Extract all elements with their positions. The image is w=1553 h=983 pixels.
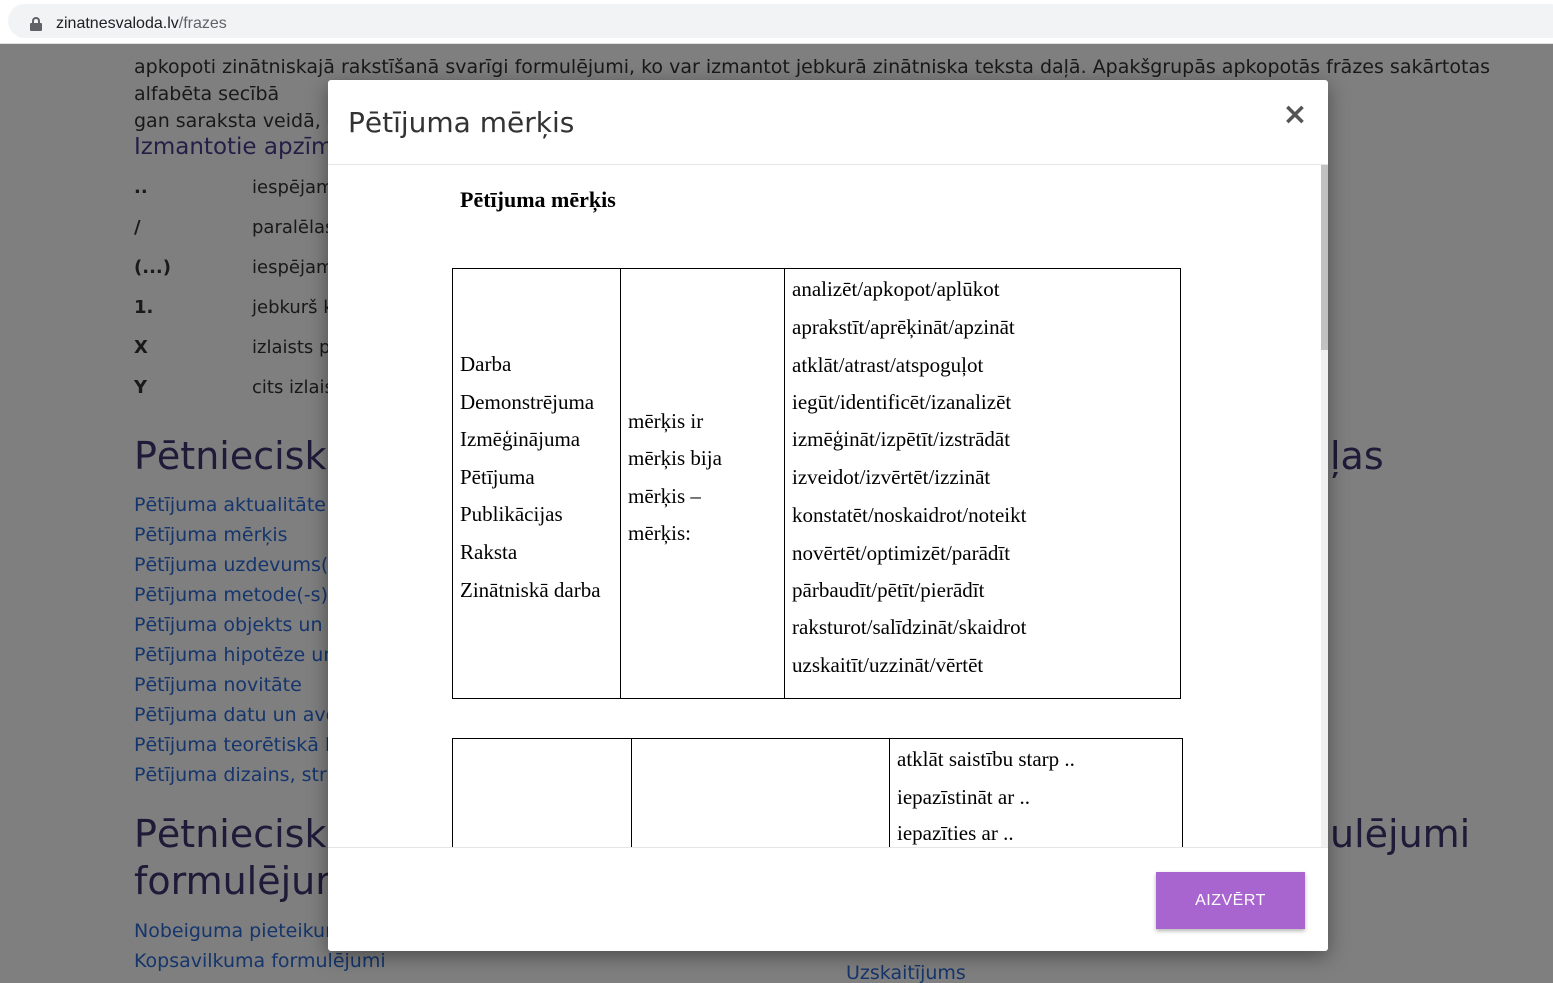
table-cell: Publikācijas (460, 502, 563, 526)
url-field[interactable]: zinatnesvaloda.lv/frazes (8, 4, 1553, 38)
table-cell: atklāt/atrast/atspoguļot (792, 353, 984, 377)
modal-title: Pētījuma mērķis (348, 106, 575, 139)
scrollbar-thumb[interactable] (1321, 165, 1328, 350)
modal-footer: AIZVĒRT (328, 847, 1328, 951)
table-column-subject: Darba Demonstrējuma Izmēģinājuma Pētījum… (453, 269, 621, 698)
table-cell: aprakstīt/aprēķināt/apzināt (792, 315, 1015, 339)
table-cell: atklāt saistību starp .. (897, 747, 1075, 771)
table-cell: konstatēt/noskaidrot/noteikt (792, 503, 1027, 527)
table-column-verbs: atklāt saistību starp .. iepazīstināt ar… (890, 739, 1182, 847)
table-cell: analizēt/apkopot/aplūkot (792, 277, 1000, 301)
table-column-verbs: analizēt/apkopot/aplūkot aprakstīt/aprēķ… (785, 269, 1180, 698)
phrase-table-2: atklāt saistību starp .. iepazīstināt ar… (452, 738, 1183, 847)
lock-icon[interactable] (30, 17, 42, 31)
table-cell: Darba (460, 352, 512, 376)
table-cell: Demonstrējuma (460, 390, 595, 414)
table-cell: iegūt/identificēt/izanalizēt (792, 390, 1012, 414)
close-button[interactable]: AIZVĒRT (1156, 872, 1305, 929)
table-cell: novērtēt/optimizēt/parādīt (792, 541, 1011, 565)
table-cell: mērķis bija (628, 446, 722, 470)
table-cell: Pētījuma (460, 465, 535, 489)
phrase-modal: Pētījuma mērķis × Pētījuma mērķis Darba … (328, 80, 1328, 951)
table-cell: mērķis – (628, 484, 701, 508)
document-title: Pētījuma mērķis (460, 187, 616, 212)
table-cell: izmēģināt/izpētīt/izstrādāt (792, 427, 1011, 451)
table-cell: izveidot/izvērtēt/izzināt (792, 465, 991, 489)
browser-address-bar: zinatnesvaloda.lv/frazes (0, 0, 1553, 44)
table-column-predicate (632, 739, 890, 847)
table-cell: mērķis ir (628, 409, 704, 433)
table-column-predicate: mērķis ir mērķis bija mērķis – mērķis: (621, 269, 785, 698)
close-icon[interactable]: × (1280, 100, 1310, 130)
table-cell: mērķis: (628, 521, 691, 545)
table-column-subject (453, 739, 632, 847)
modal-body: Pētījuma mērķis Darba Demonstrējuma Izmē… (328, 165, 1328, 847)
table-cell: iepazīties ar .. (897, 821, 1014, 845)
table-cell: uzskaitīt/uzzināt/vērtēt (792, 653, 984, 677)
table-cell: pārbaudīt/pētīt/pierādīt (792, 578, 985, 602)
table-cell: raksturot/salīdzināt/skaidrot (792, 615, 1027, 639)
table-cell: Zinātniskā darba (460, 578, 601, 602)
modal-scrollbar[interactable] (1321, 165, 1328, 847)
table-cell: Izmēģinājuma (460, 427, 581, 451)
modal-header: Pētījuma mērķis × (328, 80, 1328, 165)
table-cell: Raksta (460, 540, 518, 564)
url-text[interactable]: zinatnesvaloda.lv/frazes (56, 15, 227, 33)
table-cell: iepazīstināt ar .. (897, 785, 1030, 809)
phrase-table: Darba Demonstrējuma Izmēģinājuma Pētījum… (452, 268, 1181, 699)
